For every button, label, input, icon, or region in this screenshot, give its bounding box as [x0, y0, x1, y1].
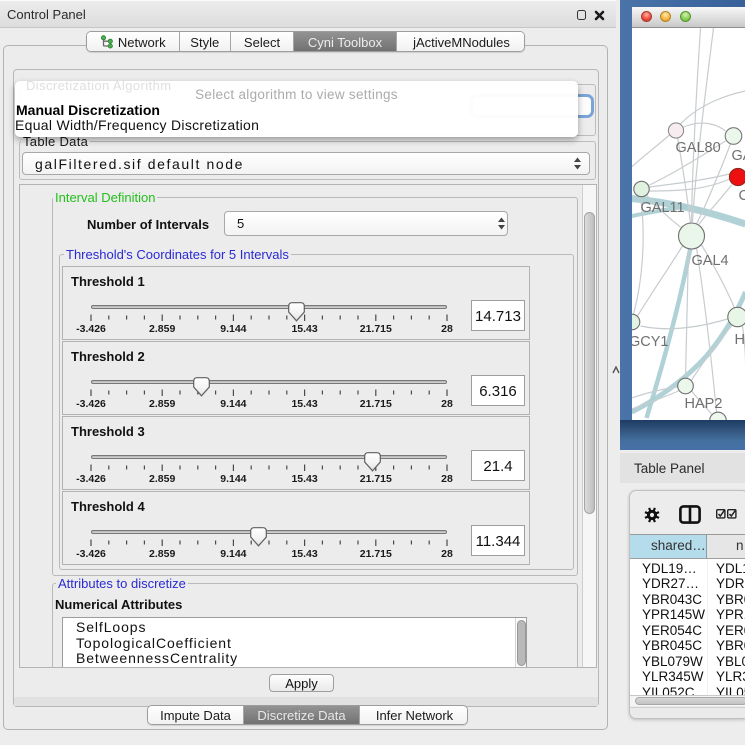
svg-text:GAL4: GAL4	[691, 253, 728, 269]
svg-text:GAL: GAL	[731, 148, 745, 164]
svg-text:GCY1: GCY1	[632, 334, 669, 350]
svg-text:HA: HA	[734, 332, 745, 348]
svg-text:GAL11: GAL11	[640, 200, 684, 216]
svg-text:HAP2: HAP2	[684, 396, 722, 412]
svg-text:C…: C…	[738, 188, 745, 204]
svg-text:GAL80: GAL80	[675, 140, 720, 156]
